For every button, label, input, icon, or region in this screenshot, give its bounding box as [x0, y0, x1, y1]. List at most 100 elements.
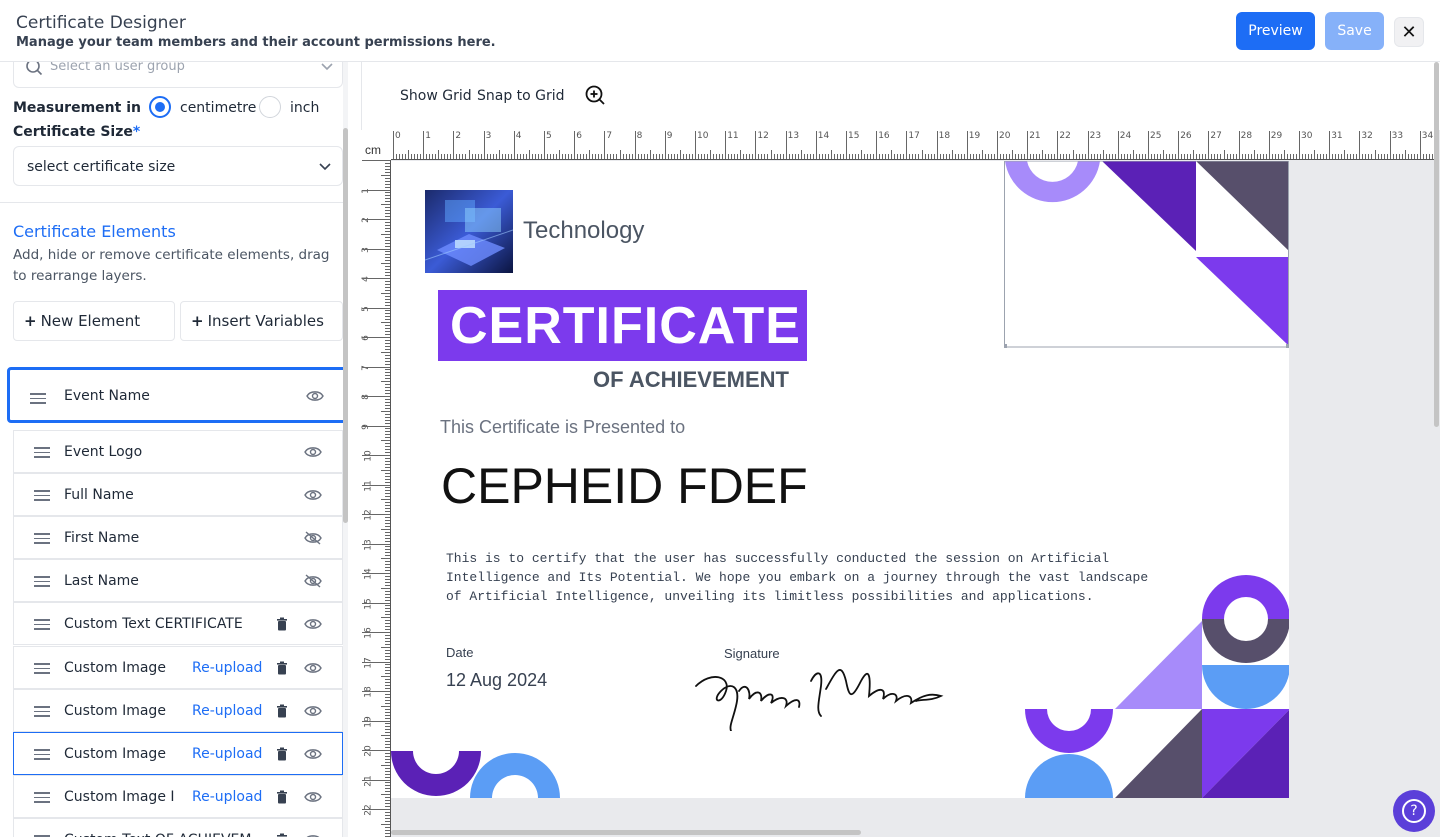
divider [0, 202, 343, 203]
ruler-tick-label: 2 [455, 131, 462, 141]
elements-title: Certificate Elements [13, 222, 176, 241]
certificate-size-value: select certificate size [27, 159, 176, 175]
elements-description: Add, hide or remove certificate elements… [13, 247, 330, 284]
ruler-vertical: 1 2 3 4 5 6 7 8 9 10 11 12 13 14 15 16 17 18 19 20 21 22 [361, 160, 391, 837]
ruler-tick-label: 2 [361, 217, 371, 223]
sidebar-scrollbar[interactable] [343, 128, 348, 523]
list-item[interactable]: Custom Image Re-upload [13, 646, 343, 689]
trash-icon[interactable] [276, 616, 288, 635]
eye-icon[interactable] [304, 832, 322, 837]
event-logo-image[interactable] [425, 190, 513, 273]
trash-icon[interactable] [276, 789, 288, 808]
eye-icon[interactable] [304, 703, 322, 722]
certificate-banner[interactable]: CERTIFICATE [438, 290, 807, 361]
eye-icon[interactable] [304, 746, 322, 765]
ruler-tick-label: 9 [361, 423, 371, 430]
save-button[interactable]: Save [1325, 12, 1384, 50]
ruler-tick-label: 16 [878, 131, 890, 141]
drag-handle-icon[interactable] [34, 619, 50, 633]
date-value[interactable]: 12 Aug 2024 [446, 670, 547, 691]
list-item[interactable]: Full Name [13, 473, 343, 516]
list-item[interactable]: Custom Text OF ACHIEVEM... [13, 818, 343, 837]
drag-handle-icon[interactable] [34, 576, 50, 590]
reupload-link[interactable]: Re-upload [192, 660, 262, 676]
certificate-size-select[interactable]: select certificate size [13, 146, 343, 186]
certificate-banner-text: CERTIFICATE [450, 297, 801, 355]
ruler-tick-label: 1 [361, 187, 371, 194]
custom-image-bottom-right-decoration[interactable] [1025, 575, 1289, 798]
presented-to-text[interactable]: This Certificate is Presented to [440, 417, 685, 438]
help-button[interactable]: ? [1393, 790, 1435, 832]
snap-to-grid-toggle[interactable]: Snap to Grid [477, 88, 565, 104]
list-item[interactable]: Event Logo [13, 430, 343, 473]
eye-icon[interactable] [306, 388, 324, 407]
custom-image-top-decoration[interactable] [1003, 161, 1289, 353]
drag-handle-icon[interactable] [34, 533, 50, 547]
drag-handle-icon[interactable] [34, 749, 50, 763]
eye-icon[interactable] [304, 789, 322, 808]
achievement-text[interactable]: OF ACHIEVEMENT [593, 367, 789, 393]
radio-inch[interactable] [259, 96, 281, 118]
canvas-vertical-scrollbar[interactable] [1434, 62, 1439, 427]
custom-image-bottom-left-decoration[interactable] [391, 751, 571, 798]
insert-variables-button[interactable]: + Insert Variables [180, 301, 343, 341]
trash-icon[interactable] [276, 703, 288, 722]
drag-handle-icon[interactable] [34, 706, 50, 720]
show-grid-toggle[interactable]: Show Grid [400, 88, 472, 104]
radio-inch-label[interactable]: inch [290, 100, 319, 116]
preview-button[interactable]: Preview [1236, 12, 1315, 50]
signature-image[interactable] [691, 651, 951, 736]
ruler-tick-label: 24 [1119, 131, 1132, 141]
reupload-link[interactable]: Re-upload [192, 789, 262, 805]
ruler-corner: cm [361, 130, 391, 160]
ruler-tick-label: 20 [999, 131, 1011, 141]
drag-handle-icon[interactable] [34, 663, 50, 677]
list-item-label: Full Name [64, 487, 134, 503]
ruler-tick-label: 18 [363, 686, 374, 698]
trash-icon[interactable] [276, 746, 288, 765]
event-name-text[interactable]: Technology [523, 217, 644, 245]
list-item[interactable]: Last Name [13, 559, 343, 602]
new-element-button[interactable]: + New Element [13, 301, 175, 341]
list-item[interactable]: Custom Image I Re-upload [13, 775, 343, 818]
list-item[interactable]: Custom Text CERTIFICATE [13, 602, 343, 645]
help-icon: ? [1402, 799, 1426, 823]
zoom-in-icon[interactable] [584, 84, 606, 111]
trash-icon[interactable] [276, 660, 288, 679]
date-label[interactable]: Date [446, 645, 473, 660]
certificate-canvas[interactable]: Technology CERTIFICATE OF ACHIEVEMENT Th… [391, 161, 1289, 798]
ruler-tick-label: 19 [968, 131, 981, 141]
eye-off-icon[interactable] [304, 573, 322, 592]
drag-handle-icon[interactable] [34, 792, 50, 806]
canvas-horizontal-scrollbar[interactable] [391, 830, 861, 835]
list-item[interactable]: Custom Image Re-upload [13, 689, 343, 732]
reupload-link[interactable]: Re-upload [192, 746, 262, 762]
ruler-tick-label: 23 [1089, 131, 1102, 141]
drag-handle-icon[interactable] [30, 393, 46, 407]
settings-sidebar: Select an user group Measurement in cent… [0, 62, 348, 837]
radio-centimetre[interactable] [149, 96, 171, 118]
drag-handle-icon[interactable] [34, 447, 50, 461]
reupload-link[interactable]: Re-upload [192, 703, 262, 719]
ruler-tick-label: 4 [361, 276, 371, 282]
list-item-label: Custom Text CERTIFICATE [64, 616, 243, 632]
eye-icon[interactable] [304, 660, 322, 679]
recipient-name[interactable]: CEPHEID FDEF [441, 457, 808, 515]
user-group-select[interactable]: Select an user group [13, 62, 343, 88]
drag-handle-icon[interactable] [34, 490, 50, 504]
chevron-down-icon [318, 159, 332, 178]
list-item[interactable]: First Name [13, 516, 343, 559]
ruler-tick-label: 17 [363, 656, 374, 669]
eye-icon[interactable] [304, 444, 322, 463]
page-subtitle: Manage your team members and their accou… [16, 35, 496, 50]
list-item[interactable]: Event Name [7, 367, 348, 423]
list-item-label: Event Logo [64, 444, 143, 460]
list-item[interactable]: Custom Image Re-upload [13, 732, 343, 775]
radio-centimetre-label[interactable]: centimetre [180, 100, 256, 116]
close-button[interactable]: ✕ [1394, 17, 1424, 47]
eye-off-icon[interactable] [304, 530, 322, 549]
eye-icon[interactable] [304, 616, 322, 635]
eye-icon[interactable] [304, 487, 322, 506]
ruler-tick-label: 3 [361, 246, 371, 253]
trash-icon[interactable] [276, 832, 288, 837]
